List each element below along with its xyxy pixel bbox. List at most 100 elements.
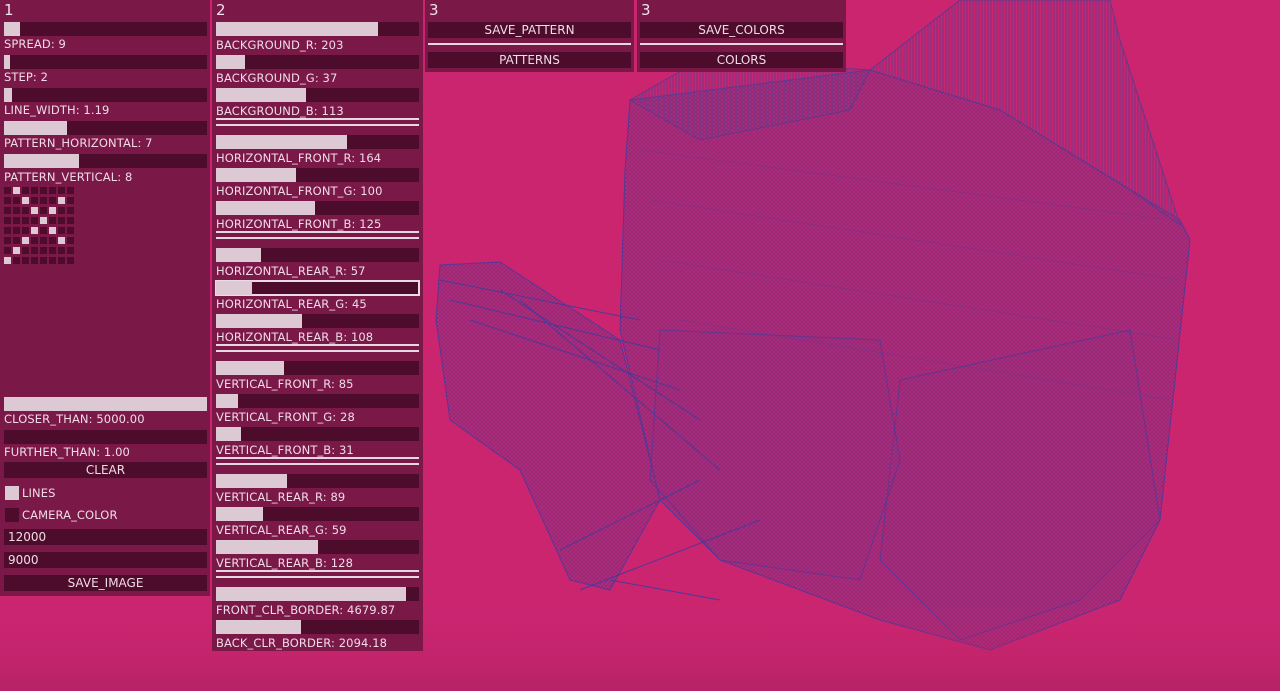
pattern-cell[interactable] [67,237,74,244]
pattern-cell[interactable] [13,207,20,214]
pattern-cell[interactable] [67,187,74,194]
pattern-cell[interactable] [13,237,20,244]
pattern-cell[interactable] [4,227,11,234]
color-slider[interactable] [216,507,419,521]
pattern-cell[interactable] [49,197,56,204]
pattern-cell[interactable] [4,197,11,204]
pattern-cell[interactable] [67,217,74,224]
pattern-cell[interactable] [40,227,47,234]
camera-color-toggle[interactable] [5,508,19,522]
pattern-cell[interactable] [31,227,38,234]
save-colors-button[interactable]: SAVE_COLORS [640,22,843,38]
color-slider[interactable] [216,540,419,554]
color-slider[interactable] [216,427,419,441]
pattern-cell[interactable] [31,237,38,244]
closer-than-slider[interactable] [4,397,207,411]
pattern-cell[interactable] [13,187,20,194]
panel1-slider-4[interactable] [4,154,207,168]
pattern-cell[interactable] [49,187,56,194]
panel1-slider-0[interactable] [4,22,207,36]
pattern-cell[interactable] [13,197,20,204]
pattern-cell[interactable] [58,207,65,214]
pattern-cell[interactable] [31,187,38,194]
color-slider[interactable] [215,280,420,296]
color-slider[interactable] [216,88,419,102]
pattern-cell[interactable] [40,197,47,204]
pattern-cell[interactable] [4,187,11,194]
pattern-cell[interactable] [31,207,38,214]
pattern-cell[interactable] [4,237,11,244]
pattern-cell[interactable] [40,207,47,214]
clear-button[interactable]: CLEAR [4,462,207,478]
pattern-cell[interactable] [40,187,47,194]
pattern-cell[interactable] [58,257,65,264]
pattern-cell[interactable] [22,227,29,234]
color-slider[interactable] [216,474,419,488]
color-slider-label: VERTICAL_FRONT_G: 28 [216,410,355,424]
pattern-cell[interactable] [49,257,56,264]
color-slider[interactable] [216,22,419,36]
pattern-cell[interactable] [4,247,11,254]
pattern-cell[interactable] [58,227,65,234]
pattern-cell[interactable] [13,247,20,254]
patterns-list-button[interactable]: PATTERNS [428,52,631,68]
closer-than-label: CLOSER_THAN: 5000.00 [4,412,145,426]
color-slider[interactable] [216,55,419,69]
pattern-cell[interactable] [58,197,65,204]
panel1-slider-1[interactable] [4,55,207,69]
pattern-cell[interactable] [58,247,65,254]
panel1-slider-2[interactable] [4,88,207,102]
pattern-cell[interactable] [67,247,74,254]
colors-list-button[interactable]: COLORS [640,52,843,68]
color-slider[interactable] [216,248,419,262]
color-slider[interactable] [216,587,419,601]
color-slider[interactable] [216,201,419,215]
color-slider[interactable] [216,168,419,182]
pattern-cell[interactable] [58,217,65,224]
pattern-cell[interactable] [67,197,74,204]
lines-toggle[interactable] [5,486,19,500]
pattern-cell[interactable] [4,257,11,264]
pattern-cell[interactable] [58,187,65,194]
pattern-cell[interactable] [22,217,29,224]
pattern-cell[interactable] [31,217,38,224]
save-pattern-button[interactable]: SAVE_PATTERN [428,22,631,38]
pattern-cell[interactable] [22,187,29,194]
pattern-cell[interactable] [22,247,29,254]
pattern-cell[interactable] [49,247,56,254]
color-slider[interactable] [216,620,419,634]
pattern-cell[interactable] [31,257,38,264]
pattern-cell[interactable] [67,207,74,214]
pattern-cell[interactable] [22,257,29,264]
further-than-slider[interactable] [4,430,207,444]
pattern-cell[interactable] [40,257,47,264]
pattern-cell[interactable] [49,207,56,214]
pattern-cell[interactable] [40,217,47,224]
pattern-cell[interactable] [13,227,20,234]
color-slider[interactable] [216,361,419,375]
pattern-cell[interactable] [49,227,56,234]
panel1-slider-3[interactable] [4,121,207,135]
pattern-cell[interactable] [13,257,20,264]
pattern-cell[interactable] [49,217,56,224]
pattern-cell[interactable] [40,247,47,254]
pattern-cell[interactable] [22,207,29,214]
pattern-cell[interactable] [22,237,29,244]
height-field[interactable]: 9000 [4,552,207,568]
pattern-cell[interactable] [67,257,74,264]
color-slider[interactable] [216,135,419,149]
color-slider[interactable] [216,394,419,408]
width-field[interactable]: 12000 [4,529,207,545]
pattern-cell[interactable] [49,237,56,244]
save-image-button[interactable]: SAVE_IMAGE [4,575,207,591]
pattern-cell[interactable] [67,227,74,234]
color-slider[interactable] [216,314,419,328]
pattern-cell[interactable] [13,217,20,224]
pattern-cell[interactable] [4,217,11,224]
pattern-cell[interactable] [40,237,47,244]
pattern-cell[interactable] [58,237,65,244]
pattern-cell[interactable] [31,247,38,254]
pattern-cell[interactable] [22,197,29,204]
pattern-cell[interactable] [31,197,38,204]
pattern-cell[interactable] [4,207,11,214]
